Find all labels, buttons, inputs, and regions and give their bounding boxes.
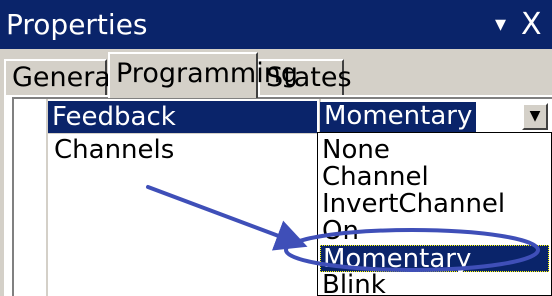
window-title: Properties: [6, 8, 148, 41]
dropdown-option-channel[interactable]: Channel: [320, 164, 549, 191]
tab-general[interactable]: General: [4, 59, 118, 95]
dropdown-arrow-button[interactable]: ▼: [522, 103, 548, 130]
tab-programming[interactable]: Programming: [108, 52, 298, 98]
dropdown-option-on[interactable]: On: [320, 218, 549, 245]
property-name: Feedback: [48, 101, 317, 133]
properties-titlebar: Properties ▾ X: [0, 0, 552, 49]
dropdown-option-invertchannel[interactable]: InvertChannel: [320, 191, 549, 218]
property-row-feedback[interactable]: Feedback Momentary: [48, 101, 552, 133]
property-name: Channels: [54, 135, 175, 165]
property-value-field[interactable]: Momentary: [320, 102, 477, 132]
dropdown-option-none[interactable]: None: [320, 137, 549, 164]
dropdown-option-momentary[interactable]: Momentary: [320, 245, 549, 273]
pin-dropdown-icon[interactable]: ▾: [495, 0, 506, 49]
dropdown-option-blink[interactable]: Blink: [320, 272, 549, 296]
dropdown-list[interactable]: None Channel InvertChannel On Momentary …: [317, 132, 552, 296]
close-icon[interactable]: X: [521, 0, 542, 49]
